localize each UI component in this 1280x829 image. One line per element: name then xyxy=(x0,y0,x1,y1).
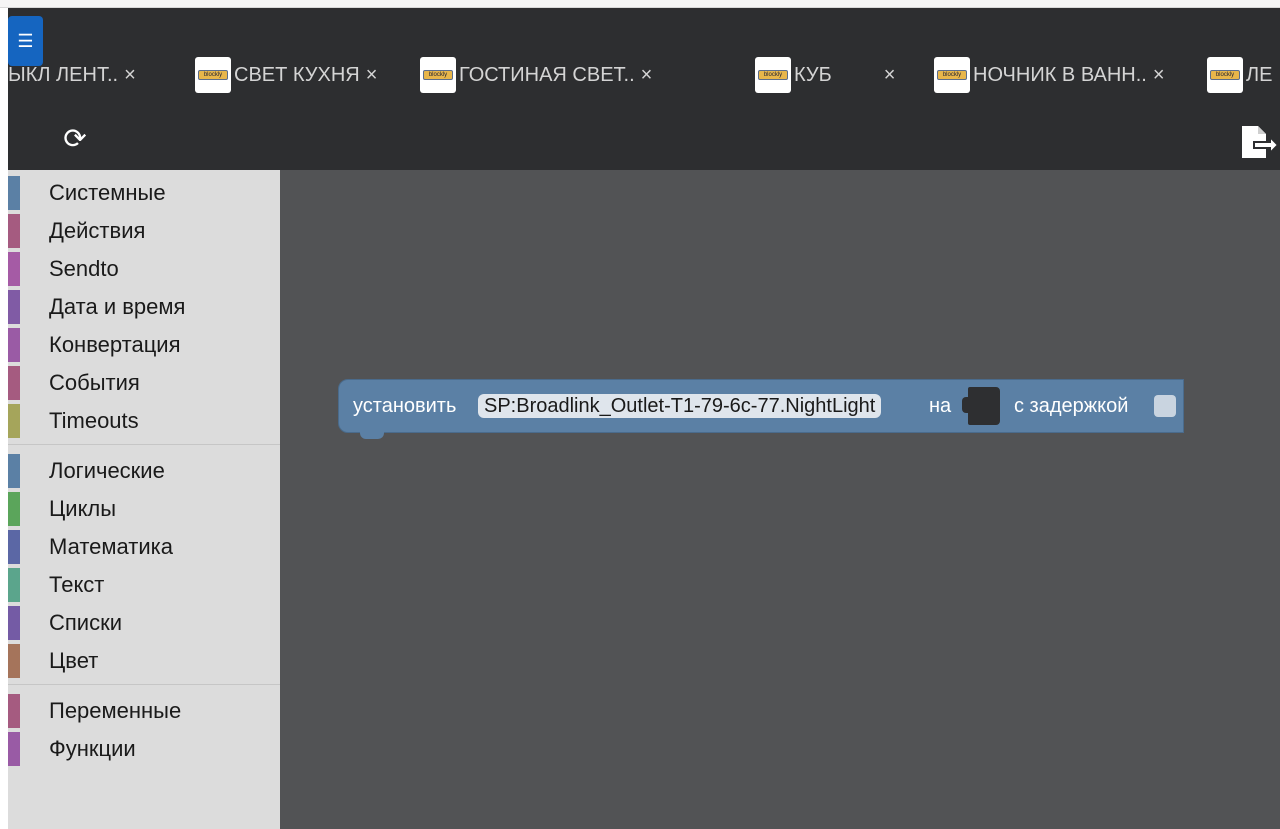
category-system[interactable]: Системные xyxy=(8,176,280,210)
blockly-logo-icon: blockly xyxy=(195,57,231,93)
block-delay-label: с задержкой xyxy=(1014,395,1129,417)
category-label: Действия xyxy=(49,218,146,243)
tab-label: ЛЕ xyxy=(1246,63,1273,86)
category-color-bar xyxy=(8,214,20,248)
category-label: Текст xyxy=(49,572,105,597)
tab-label: КУБ xyxy=(794,63,832,86)
tab-2[interactable]: blockly СВЕТ КУХНЯ × xyxy=(195,56,377,94)
category-actions[interactable]: Действия xyxy=(8,214,280,248)
tab-label: НОЧНИК В ВАНН.. xyxy=(973,63,1147,86)
tab-label: ГОСТИНАЯ СВЕТ.. xyxy=(459,63,635,86)
category-color-bar xyxy=(8,606,20,640)
category-label: Дата и время xyxy=(49,294,186,319)
category-label: Переменные xyxy=(49,698,182,723)
close-icon[interactable]: × xyxy=(884,64,896,87)
category-label: Системные xyxy=(49,180,166,205)
block-connector-notch xyxy=(360,432,384,439)
block-to-label: на xyxy=(929,395,952,417)
refresh-icon[interactable]: ⟳ xyxy=(60,124,90,154)
category-color-bar xyxy=(8,328,20,362)
blockly-workspace[interactable] xyxy=(280,170,1280,829)
delay-checkbox[interactable] xyxy=(1154,395,1176,417)
toolbox-sidebar: Системные Действия Sendto Дата и время К… xyxy=(8,170,280,829)
category-colour[interactable]: Цвет xyxy=(8,644,280,678)
separator xyxy=(8,444,280,445)
category-date-time[interactable]: Дата и время xyxy=(8,290,280,324)
category-color-bar xyxy=(8,644,20,678)
category-logic[interactable]: Логические xyxy=(8,454,280,488)
tab-4[interactable]: blockly КУБ × xyxy=(755,56,895,94)
tab-label: СВЕТ КУХНЯ xyxy=(234,63,360,86)
category-variables[interactable]: Переменные xyxy=(8,694,280,728)
export-file-icon[interactable] xyxy=(1240,124,1280,160)
category-color-bar xyxy=(8,568,20,602)
block-prefix-label: установить xyxy=(353,395,457,417)
close-icon[interactable]: × xyxy=(641,64,653,87)
category-loops[interactable]: Циклы xyxy=(8,492,280,526)
hamburger-icon: ☰ xyxy=(17,31,34,51)
category-label: Циклы xyxy=(49,496,117,521)
tab-label: ЫКЛ ЛЕНТ.. xyxy=(8,63,119,86)
category-label: Timeouts xyxy=(49,408,139,433)
category-color-bar xyxy=(8,732,20,766)
category-math[interactable]: Математика xyxy=(8,530,280,564)
category-color-bar xyxy=(8,530,20,564)
category-color-bar xyxy=(8,694,20,728)
tab-6[interactable]: blockly ЛЕ xyxy=(1207,56,1272,94)
blockly-logo-icon: blockly xyxy=(755,57,791,93)
separator xyxy=(8,684,280,685)
close-icon[interactable]: × xyxy=(366,64,378,87)
category-color-bar xyxy=(8,290,20,324)
category-label: События xyxy=(49,370,140,395)
category-color-bar xyxy=(8,252,20,286)
category-label: Списки xyxy=(49,610,123,635)
category-lists[interactable]: Списки xyxy=(8,606,280,640)
category-label: Конвертация xyxy=(49,332,181,357)
category-color-bar xyxy=(8,404,20,438)
tab-bar: ЫКЛ ЛЕНТ.. × blockly СВЕТ КУХНЯ × blockl… xyxy=(8,42,1280,108)
category-timeouts[interactable]: Timeouts xyxy=(8,404,280,438)
category-color-bar xyxy=(8,492,20,526)
category-events[interactable]: События xyxy=(8,366,280,400)
category-color-bar xyxy=(8,176,20,210)
category-label: Цвет xyxy=(49,648,99,673)
tab-3[interactable]: blockly ГОСТИНАЯ СВЕТ.. × xyxy=(420,56,652,94)
category-label: Математика xyxy=(49,534,173,559)
category-label: Sendto xyxy=(49,256,119,281)
blockly-logo-icon: blockly xyxy=(420,57,456,93)
close-icon[interactable]: × xyxy=(1153,64,1165,87)
close-icon[interactable]: × xyxy=(124,64,136,87)
value-input-slot[interactable] xyxy=(968,387,1000,425)
category-sendto[interactable]: Sendto xyxy=(8,252,280,286)
category-label: Функции xyxy=(49,736,136,761)
category-text[interactable]: Текст xyxy=(8,568,280,602)
category-label: Логические xyxy=(49,458,165,483)
category-color-bar xyxy=(8,454,20,488)
object-id-field[interactable]: SP:Broadlink_Outlet-T1-79-6c-77.NightLig… xyxy=(478,394,882,418)
window-top-strip xyxy=(0,0,1280,8)
category-color-bar xyxy=(8,366,20,400)
category-functions[interactable]: Функции xyxy=(8,732,280,766)
menu-button[interactable]: ☰ xyxy=(8,16,43,66)
category-convert[interactable]: Конвертация xyxy=(8,328,280,362)
blockly-logo-icon: blockly xyxy=(934,57,970,93)
blockly-logo-icon: blockly xyxy=(1207,57,1243,93)
tab-5[interactable]: blockly НОЧНИК В ВАНН.. × xyxy=(934,56,1165,94)
set-state-block[interactable]: установить SP:Broadlink_Outlet-T1-79-6c-… xyxy=(338,379,1184,439)
toolbar: ⟳ xyxy=(8,108,1280,170)
